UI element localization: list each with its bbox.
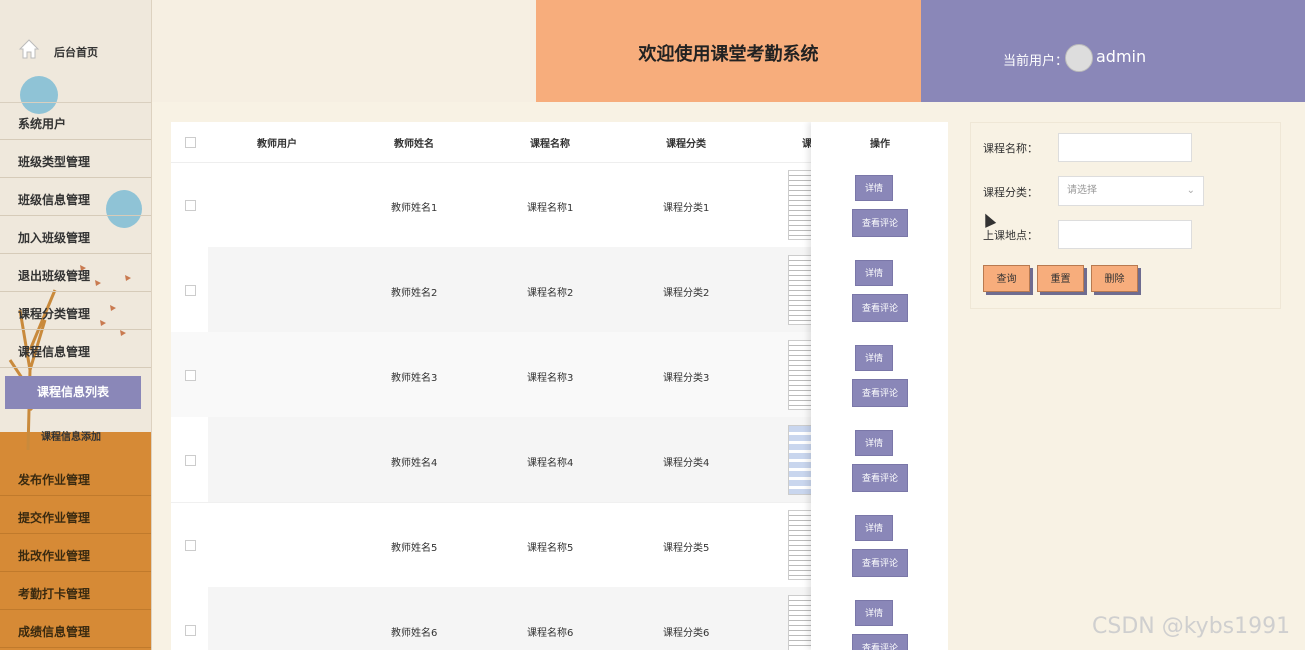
view-review-button[interactable]: 查看评论	[852, 294, 908, 322]
sidebar-item-scores[interactable]: 成绩信息管理	[0, 611, 151, 648]
detail-button[interactable]: 详情	[855, 430, 893, 456]
view-review-button[interactable]: 查看评论	[852, 634, 908, 650]
select-all-checkbox[interactable]	[185, 137, 196, 148]
detail-button[interactable]: 详情	[855, 175, 893, 201]
search-panel: 课程名称： 课程分类： 请选择 ⌄ 上课地点： 查询 重置 删除	[970, 122, 1281, 309]
header-title-panel: 欢迎使用课堂考勤系统	[536, 0, 921, 102]
submenu-label: 课程信息列表	[36, 385, 109, 399]
operations-column: 操作 详情 查看评论 详情 查看评论 详情 查看评论 详情 查看评论 详情 查看…	[811, 122, 948, 650]
sidebar-item-course-info[interactable]: 课程信息管理	[0, 331, 151, 368]
sidebar: 后台首页 系统用户 班级类型管理 班级信息管理 加入班级管理 退出班级管理 课程…	[0, 0, 152, 650]
location-label: 上课地点：	[983, 229, 1038, 242]
teacher-name-cell: 教师姓名3	[391, 373, 438, 384]
sidebar-item-quit-class[interactable]: 退出班级管理	[0, 255, 151, 292]
category-cell: 课程分类3	[663, 373, 710, 384]
teacher-name-cell: 教师姓名5	[391, 543, 438, 554]
chevron-down-icon: ⌄	[1186, 185, 1195, 196]
reset-button[interactable]: 重置	[1037, 265, 1084, 292]
sidebar-item-label: 发布作业管理	[18, 473, 91, 487]
teacher-name-cell: 教师姓名4	[391, 458, 438, 469]
current-user-label: 当前用户：	[1003, 54, 1069, 69]
sidebar-item-class-info[interactable]: 班级信息管理	[0, 179, 151, 216]
detail-button[interactable]: 详情	[855, 600, 893, 626]
view-review-button[interactable]: 查看评论	[852, 209, 908, 237]
course-name-cell: 课程名称3	[527, 373, 574, 384]
row-checkbox[interactable]	[185, 370, 196, 381]
delete-button[interactable]: 删除	[1091, 265, 1138, 292]
sidebar-item-join-class[interactable]: 加入班级管理	[0, 217, 151, 254]
view-review-button[interactable]: 查看评论	[852, 464, 908, 492]
category-cell: 课程分类2	[663, 288, 710, 299]
view-review-button[interactable]: 查看评论	[852, 379, 908, 407]
submenu-label: 课程信息添加	[41, 432, 101, 443]
category-placeholder: 请选择	[1067, 185, 1097, 196]
course-name-cell: 课程名称6	[527, 628, 574, 639]
course-name-cell: 课程名称4	[527, 458, 574, 469]
watermark: CSDN @kybs1991	[1092, 614, 1291, 639]
sidebar-item-course-category[interactable]: 课程分类管理	[0, 293, 151, 330]
sidebar-item-class-type[interactable]: 班级类型管理	[0, 141, 151, 178]
location-input[interactable]	[1058, 220, 1192, 249]
submenu-course-add[interactable]: 课程信息添加	[0, 420, 151, 456]
sidebar-item-label: 系统用户	[18, 117, 67, 131]
sidebar-item-label: 提交作业管理	[18, 511, 91, 525]
col-teacher-name: 教师姓名	[394, 139, 434, 150]
sidebar-item-label: 加入班级管理	[18, 231, 91, 245]
sidebar-item-label: 考勤打卡管理	[18, 587, 91, 601]
course-name-cell: 课程名称1	[527, 203, 574, 214]
sidebar-home[interactable]: 后台首页	[0, 0, 151, 103]
sidebar-item-label: 课程分类管理	[18, 307, 91, 321]
sidebar-item-grade-homework[interactable]: 批改作业管理	[0, 535, 151, 572]
teacher-name-cell: 教师姓名1	[391, 203, 438, 214]
category-cell: 课程分类6	[663, 628, 710, 639]
row-checkbox[interactable]	[185, 285, 196, 296]
category-label: 课程分类：	[983, 186, 1038, 199]
detail-button[interactable]: 详情	[855, 260, 893, 286]
header-user-panel: 当前用户： admin	[921, 0, 1305, 102]
sidebar-item-publish-homework[interactable]: 发布作业管理	[0, 459, 151, 496]
page-title: 欢迎使用课堂考勤系统	[638, 44, 819, 65]
category-cell: 课程分类1	[663, 203, 710, 214]
detail-button[interactable]: 详情	[855, 515, 893, 541]
username[interactable]: admin	[1096, 47, 1146, 66]
sidebar-item-label: 退出班级管理	[18, 269, 91, 283]
view-review-button[interactable]: 查看评论	[852, 549, 908, 577]
sidebar-item-label: 成绩信息管理	[18, 625, 91, 639]
sidebar-item-label: 班级类型管理	[18, 155, 91, 169]
col-operations: 操作	[870, 139, 890, 150]
course-name-cell: 课程名称5	[527, 543, 574, 554]
row-checkbox[interactable]	[185, 200, 196, 211]
course-name-cell: 课程名称2	[527, 288, 574, 299]
sidebar-item-label: 班级信息管理	[18, 193, 91, 207]
row-checkbox[interactable]	[185, 625, 196, 636]
col-course-category: 课程分类	[666, 139, 706, 150]
row-checkbox[interactable]	[185, 540, 196, 551]
teacher-name-cell: 教师姓名2	[391, 288, 438, 299]
submenu-course-list[interactable]: 课程信息列表	[5, 376, 141, 409]
sidebar-item-label: 课程信息管理	[18, 345, 91, 359]
sidebar-home-label: 后台首页	[54, 46, 98, 59]
course-table: 教师用户 教师姓名 课程名称 课程分类 课 教师姓名1 课程名称1 课程分类1 …	[171, 122, 948, 650]
sidebar-item-label: 批改作业管理	[18, 549, 91, 563]
home-icon	[18, 39, 40, 59]
query-button[interactable]: 查询	[983, 265, 1030, 292]
course-name-label: 课程名称：	[983, 142, 1038, 155]
teacher-name-cell: 教师姓名6	[391, 628, 438, 639]
sidebar-item-attendance[interactable]: 考勤打卡管理	[0, 573, 151, 610]
col-teacher-user: 教师用户	[257, 139, 297, 150]
category-select[interactable]: 请选择 ⌄	[1058, 176, 1204, 206]
sidebar-item-submit-homework[interactable]: 提交作业管理	[0, 497, 151, 534]
category-cell: 课程分类4	[663, 458, 710, 469]
row-checkbox[interactable]	[185, 455, 196, 466]
avatar[interactable]	[1065, 44, 1093, 72]
row-strip	[171, 587, 208, 650]
course-name-input[interactable]	[1058, 133, 1192, 162]
category-cell: 课程分类5	[663, 543, 710, 554]
header-left	[152, 0, 536, 102]
detail-button[interactable]: 详情	[855, 345, 893, 371]
sidebar-item-system-users[interactable]: 系统用户	[0, 103, 151, 140]
col-course-name: 课程名称	[530, 139, 570, 150]
